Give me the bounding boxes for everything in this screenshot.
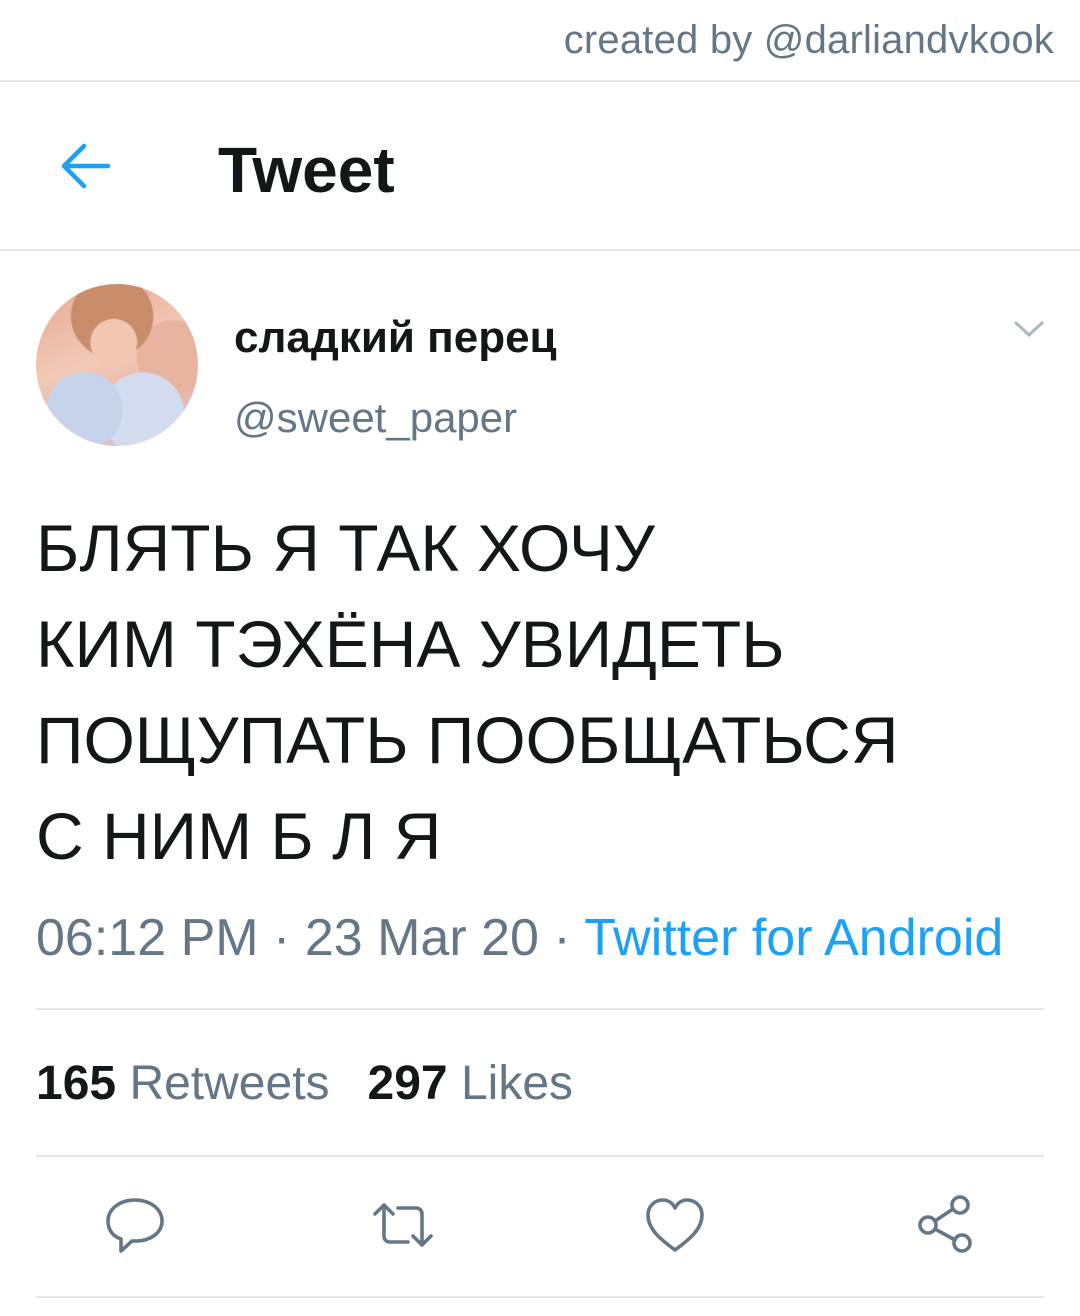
likes-count: 297 [367,1057,448,1110]
page-title: Tweet [218,134,395,206]
back-button[interactable] [56,140,114,192]
tweet-text-line: ПОЩУПАТЬ ПООБЩАТЬСЯ [36,703,899,777]
retweet-icon [373,1203,433,1247]
tweet-text: БЛЯТЬ Я ТАК ХОЧУ КИМ ТЭХЁНА УВИДЕТЬ ПОЩУ… [36,500,1046,884]
like-button[interactable] [640,1190,710,1260]
chevron-down-icon [1014,321,1044,337]
actions-divider [36,1296,1044,1298]
watermark-divider [0,80,1080,82]
likes-label: Likes [460,1057,574,1110]
author-handle[interactable]: @sweet_paper [234,390,517,446]
meta-separator: · [553,909,571,967]
tweet-text-line: С НИМ Б Л Я [36,799,442,873]
tweet-date: 23 Mar 20 [304,909,539,967]
header-divider [0,249,1080,251]
share-button[interactable] [910,1190,980,1260]
retweets-label: Retweets [129,1057,330,1110]
meta-separator: · [273,909,291,967]
retweet-button[interactable] [368,1190,438,1260]
back-arrow-icon [61,143,111,189]
tweet-time: 06:12 PM [36,909,259,967]
like-heart-icon [646,1198,704,1252]
retweets-count: 165 [36,1057,117,1110]
tweet-metadata: 06:12 PM · 23 Mar 20 · Twitter for Andro… [36,906,1003,970]
tweet-text-line: КИМ ТЭХЁНА УВИДЕТЬ [36,607,785,681]
author-display-name[interactable]: сладкий перец [234,310,557,366]
likes-stat[interactable]: 297 Likes [368,1052,574,1116]
avatar[interactable] [36,284,198,446]
reply-icon [106,1198,164,1253]
share-icon [918,1195,972,1253]
tweet-source-link[interactable]: Twitter for Android [584,909,1003,967]
creator-watermark: created by @darliandvkook [563,18,1054,62]
more-options-button[interactable] [1012,316,1046,342]
reply-button[interactable] [100,1190,170,1260]
tweet-text-line: БЛЯТЬ Я ТАК ХОЧУ [36,511,655,585]
stats-divider [36,1155,1044,1157]
retweets-stat[interactable]: 165 Retweets [36,1052,330,1116]
meta-divider [36,1008,1044,1010]
tweet-stats: 165 Retweets 297 Likes [36,1052,573,1116]
